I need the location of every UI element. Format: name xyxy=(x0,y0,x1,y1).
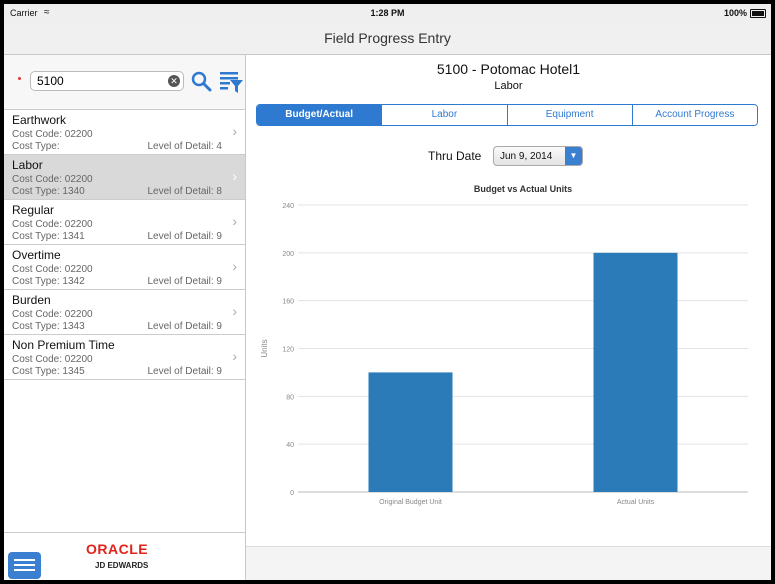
detail-panel: 5100 - Potomac Hotel1 Labor Budget/Actua… xyxy=(246,55,771,580)
y-axis-label: Units xyxy=(260,339,269,357)
item-cost-type: Cost Type: 1345 xyxy=(12,366,85,377)
item-name: Overtime xyxy=(12,248,61,262)
left-panel: ✕ EarthworkCost Code: 02200Cost Type:Lev… xyxy=(4,55,246,580)
item-level-of-detail: Level of Detail: 9 xyxy=(147,276,223,287)
y-tick-label: 160 xyxy=(282,299,294,306)
budget-chart: Budget vs Actual Units 0 40 80 120 160 200 240 U… xyxy=(258,179,758,511)
tab-equipment[interactable]: Equipment xyxy=(507,105,633,125)
search-row: ✕ xyxy=(4,55,245,110)
item-cost-type: Cost Type: xyxy=(12,141,60,152)
item-name: Non Premium Time xyxy=(12,338,115,352)
hamburger-line xyxy=(14,569,35,571)
bar xyxy=(368,372,453,492)
battery-icon xyxy=(750,9,766,18)
chevron-right-icon: › xyxy=(232,258,237,274)
detail-footer xyxy=(246,546,771,580)
item-cost-code: Cost Code: 02200 xyxy=(12,129,93,140)
chart-title: Budget vs Actual Units xyxy=(474,184,572,194)
tab-account-progress[interactable]: Account Progress xyxy=(632,105,757,125)
left-footer: ORACLE JD EDWARDS xyxy=(4,532,245,580)
chevron-right-icon: › xyxy=(232,303,237,319)
x-tick-label: Actual Units xyxy=(617,499,655,506)
item-name: Burden xyxy=(12,293,51,307)
status-time: 1:28 PM xyxy=(370,8,405,18)
search-input[interactable] xyxy=(31,72,162,90)
list-item[interactable]: Labor Cost Code: 02200 Cost Type: 1340 Leve… xyxy=(4,155,245,200)
list-item[interactable]: Non Premium Time Cost Code: 02200 Cost Typ… xyxy=(4,335,245,380)
clear-icon[interactable]: ✕ xyxy=(168,75,180,87)
list-item[interactable]: Burden Cost Code: 02200 Cost Type: 1343 Lev… xyxy=(4,290,245,335)
chevron-right-icon: › xyxy=(232,123,237,139)
item-cost-code: Cost Code: 02200 xyxy=(12,219,93,230)
item-cost-code: Cost Code: 02200 xyxy=(12,264,93,275)
thru-date-select[interactable]: Jun 9, 2014 ▼ xyxy=(493,146,583,166)
hamburger-line xyxy=(14,564,35,566)
filter-icon[interactable] xyxy=(218,69,244,95)
jd-edwards-logo: JD EDWARDS xyxy=(95,561,149,570)
app-title: Field Progress Entry xyxy=(4,22,771,55)
required-indicator xyxy=(18,77,21,80)
item-level-of-detail: Level of Detail: 4 xyxy=(147,141,223,152)
item-cost-code: Cost Code: 02200 xyxy=(12,309,93,320)
item-name: Labor xyxy=(12,158,43,172)
list-item[interactable]: Regular Cost Code: 02200 Cost Type: 1341 Le… xyxy=(4,200,245,245)
x-tick-label: Original Budget Unit xyxy=(379,499,442,506)
y-tick-label: 40 xyxy=(286,442,294,449)
list-item[interactable]: Overtime Cost Code: 02200 Cost Type: 1342 L… xyxy=(4,245,245,290)
y-tick-label: 0 xyxy=(290,490,294,497)
item-level-of-detail: Level of Detail: 9 xyxy=(147,321,223,332)
cost-code-list: Earthwork Cost Code: 02200 Cost Type: Level… xyxy=(4,110,245,380)
thru-date-value: Jun 9, 2014 xyxy=(500,151,553,162)
hamburger-icon xyxy=(14,559,35,561)
tab-budget-actual[interactable]: Budget/Actual xyxy=(257,105,383,125)
item-cost-type: Cost Type: 1343 xyxy=(12,321,85,332)
bar xyxy=(593,252,678,492)
tab-bar: Budget/Actual Labor Equipment Account Progr… xyxy=(256,104,758,126)
menu-button[interactable] xyxy=(8,552,41,579)
list-item[interactable]: Earthwork Cost Code: 02200 Cost Type: Level… xyxy=(4,110,245,155)
y-tick-label: 120 xyxy=(282,347,294,354)
status-bar: Carrier ≈ 1:28 PM 100% xyxy=(4,4,771,22)
oracle-logo: ORACLE xyxy=(86,541,149,557)
search-icon[interactable] xyxy=(190,70,212,92)
chevron-right-icon: › xyxy=(232,348,237,364)
y-tick-label: 240 xyxy=(282,203,294,210)
job-subtitle: Labor xyxy=(494,80,523,92)
item-cost-type: Cost Type: 1342 xyxy=(12,276,85,287)
job-title: 5100 - Potomac Hotel1 xyxy=(436,61,581,77)
chart-svg: Budget vs Actual Units 0 40 80 120 160 200 240 U… xyxy=(260,184,748,506)
item-cost-code: Cost Code: 02200 xyxy=(12,174,93,185)
y-tick-label: 80 xyxy=(286,394,294,401)
item-name: Earthwork xyxy=(12,113,67,127)
item-cost-type: Cost Type: 1340 xyxy=(12,186,85,197)
item-cost-code: Cost Code: 02200 xyxy=(12,354,93,365)
chevron-right-icon: › xyxy=(232,168,237,184)
battery-percent: 100% xyxy=(723,8,747,18)
item-level-of-detail: Level of Detail: 8 xyxy=(147,186,223,197)
item-level-of-detail: Level of Detail: 9 xyxy=(147,231,223,242)
chevron-down-icon: ▼ xyxy=(565,147,582,165)
chevron-right-icon: › xyxy=(232,213,237,229)
y-tick-label: 200 xyxy=(282,251,294,258)
item-level-of-detail: Level of Detail: 9 xyxy=(147,366,223,377)
app-frame: Carrier ≈ 1:28 PM 100% Field Progress En… xyxy=(4,4,771,580)
tab-labor[interactable]: Labor xyxy=(382,105,508,125)
thru-date-label: Thru Date xyxy=(428,149,482,163)
item-cost-type: Cost Type: 1341 xyxy=(12,231,85,242)
search-box: ✕ xyxy=(30,71,184,91)
item-name: Regular xyxy=(12,203,55,217)
